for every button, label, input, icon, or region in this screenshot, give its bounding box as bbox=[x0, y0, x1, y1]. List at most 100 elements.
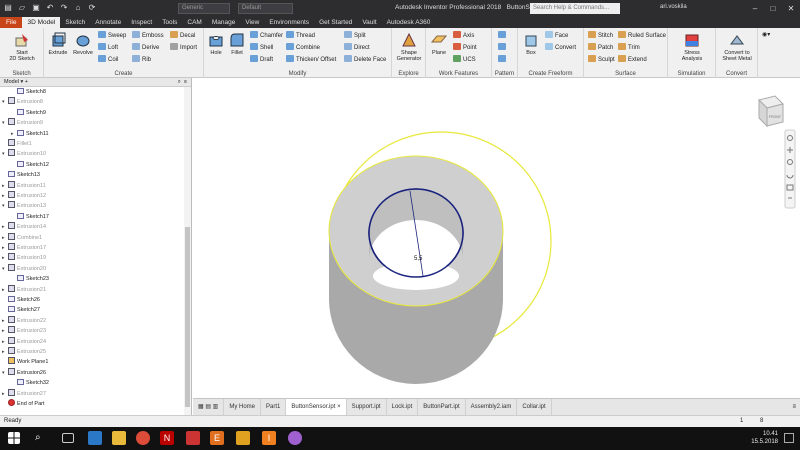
extend-button[interactable]: Extend bbox=[618, 55, 647, 64]
app3-icon[interactable] bbox=[288, 431, 302, 445]
browser-node[interactable]: Sketch26 bbox=[2, 295, 40, 305]
ruled-surface-button[interactable]: Ruled Surface bbox=[618, 31, 666, 40]
hole-button[interactable]: Hole bbox=[206, 32, 226, 56]
delete-face-button[interactable]: Delete Face bbox=[344, 55, 386, 64]
browser-node[interactable]: Sketch8 bbox=[11, 87, 46, 97]
browser-node[interactable]: Sketch27 bbox=[2, 305, 40, 315]
ribbon-options-button[interactable]: ◉▾ bbox=[762, 31, 770, 40]
browser-node[interactable]: Sketch32 bbox=[11, 378, 49, 388]
trim-button[interactable]: Trim bbox=[618, 43, 640, 52]
rib-button[interactable]: Rib bbox=[132, 55, 151, 64]
graphics-window[interactable]: 5,5 FRONT bbox=[193, 78, 800, 398]
tab-a360[interactable]: Autodesk A360 bbox=[382, 17, 436, 28]
browser-node[interactable]: ▾ Extrusion13 bbox=[2, 201, 46, 211]
doctab-part1[interactable]: Part1 bbox=[261, 399, 287, 415]
browser-node[interactable]: Sketch13 bbox=[2, 170, 40, 180]
app-icon[interactable] bbox=[186, 431, 200, 445]
browser-node[interactable]: ▸ Extrusion17 bbox=[2, 243, 46, 253]
system-clock[interactable]: 10.41 15.5.2018 bbox=[751, 430, 778, 446]
doctab-buttonpart[interactable]: ButtonPart.ipt bbox=[418, 399, 466, 415]
split-button[interactable]: Split bbox=[344, 31, 366, 40]
chamfer-button[interactable]: Chamfer bbox=[250, 31, 283, 40]
thicken-offset-button[interactable]: Thicken/ Offset bbox=[286, 55, 336, 64]
tab-vault[interactable]: Vault bbox=[357, 17, 381, 28]
import-button[interactable]: Import bbox=[170, 43, 197, 52]
browser-node[interactable]: ▸ Extrusion19 bbox=[2, 253, 46, 263]
stress-analysis-button[interactable]: Stress Analysis bbox=[672, 32, 712, 62]
coil-button[interactable]: Coil bbox=[98, 55, 118, 64]
shell-button[interactable]: Shell bbox=[250, 43, 273, 52]
close-tab-icon[interactable]: × bbox=[337, 404, 341, 410]
sculpt-button[interactable]: Sculpt bbox=[588, 55, 615, 64]
model-canvas[interactable]: 5,5 FRONT bbox=[193, 78, 800, 398]
scrollbar-thumb[interactable] bbox=[185, 227, 190, 407]
box-button[interactable]: Box bbox=[520, 32, 542, 56]
doctab-lock[interactable]: Lock.ipt bbox=[387, 399, 419, 415]
help-search-input[interactable]: Search Help & Commands... bbox=[530, 3, 620, 14]
browser-node[interactable]: Sketch17 bbox=[11, 212, 49, 222]
plane-button[interactable]: Plane bbox=[428, 32, 450, 56]
file-explorer-icon[interactable] bbox=[112, 431, 126, 445]
browser-node[interactable]: Sketch9 bbox=[11, 108, 46, 118]
file-icon[interactable]: ▤ bbox=[2, 2, 14, 14]
browser-node[interactable]: ▸ Extrusion23 bbox=[2, 326, 46, 336]
tab-manage[interactable]: Manage bbox=[207, 17, 241, 28]
netflix-icon[interactable]: N bbox=[160, 431, 174, 445]
windows-start-icon[interactable] bbox=[8, 432, 20, 444]
tab-environments[interactable]: Environments bbox=[264, 17, 314, 28]
browser-node[interactable]: ▾ Extrusion26 bbox=[2, 367, 46, 378]
browser-node[interactable]: ▸ Combine1 bbox=[2, 232, 42, 243]
app2-icon[interactable] bbox=[236, 431, 250, 445]
doctab-assembly2[interactable]: Assembly2.iam bbox=[466, 399, 518, 415]
material-dropdown[interactable]: Generic bbox=[178, 3, 230, 14]
browser-node[interactable]: ▾ Extrusion10 bbox=[2, 149, 46, 159]
browser-node[interactable]: ▸ Extrusion14 bbox=[2, 222, 46, 232]
tab-file[interactable]: File bbox=[0, 17, 23, 28]
tab-view[interactable]: View bbox=[240, 17, 264, 28]
browser-node[interactable]: ▸ Sketch11 bbox=[11, 129, 49, 139]
browser-search-icon[interactable]: ⌕ bbox=[178, 78, 181, 87]
loft-button[interactable]: Loft bbox=[98, 43, 118, 52]
notifications-icon[interactable] bbox=[784, 433, 794, 443]
fillet-button[interactable]: Fillet bbox=[227, 32, 247, 56]
direct-button[interactable]: Direct bbox=[344, 43, 370, 52]
face-button[interactable]: Face bbox=[545, 31, 568, 40]
redo-icon[interactable]: ↷ bbox=[58, 2, 70, 14]
tab-cam[interactable]: CAM bbox=[182, 17, 206, 28]
doctab-support[interactable]: Support.ipt bbox=[347, 399, 387, 415]
appearance-dropdown[interactable]: Default bbox=[238, 3, 293, 14]
rectangular-pattern-button[interactable] bbox=[498, 31, 508, 40]
tab-get-started[interactable]: Get Started bbox=[314, 17, 357, 28]
viewcube[interactable]: FRONT bbox=[758, 95, 784, 128]
convert-to-sheet-metal-button[interactable]: Convert to Sheet Metal bbox=[717, 32, 757, 62]
dimension-label[interactable]: 5,5 bbox=[414, 256, 423, 262]
decal-button[interactable]: Decal bbox=[170, 31, 195, 40]
browser-tab-model[interactable]: Model bbox=[4, 79, 19, 85]
axis-button[interactable]: Axis bbox=[453, 31, 474, 40]
edge-icon[interactable] bbox=[88, 431, 102, 445]
sweep-button[interactable]: Sweep bbox=[98, 31, 126, 40]
point-button[interactable]: Point bbox=[453, 43, 477, 52]
tab-inspect[interactable]: Inspect bbox=[126, 17, 157, 28]
revolve-button[interactable]: Revolve bbox=[71, 32, 95, 56]
browser-node[interactable]: ▾ Extrusion20 bbox=[2, 263, 46, 274]
browser-node[interactable]: Fillet1 bbox=[2, 139, 32, 149]
browser-node[interactable]: ▸ Extrusion24 bbox=[2, 336, 46, 347]
browser-node[interactable]: Sketch23 bbox=[11, 274, 49, 284]
browser-node[interactable]: ▸ Extrusion11 bbox=[2, 180, 46, 191]
browser-node[interactable]: ▸ Extrusion25 bbox=[2, 347, 46, 357]
tab-sketch[interactable]: Sketch bbox=[60, 17, 90, 28]
doctab-menu-icon[interactable]: ≡ bbox=[788, 399, 800, 415]
draft-button[interactable]: Draft bbox=[250, 55, 273, 64]
browser-node[interactable]: Work Plane1 bbox=[2, 357, 48, 367]
tab-annotate[interactable]: Annotate bbox=[90, 17, 126, 28]
home-icon[interactable]: ⌂ bbox=[72, 2, 84, 14]
browser-scrollbar[interactable] bbox=[184, 87, 191, 415]
save-icon[interactable]: ▣ bbox=[30, 2, 42, 14]
stitch-button[interactable]: Stitch bbox=[588, 31, 613, 40]
doctab-buttonsensor[interactable]: ButtonSensor.ipt × bbox=[286, 399, 347, 415]
start-2d-sketch-button[interactable]: Start 2D Sketch bbox=[4, 32, 40, 62]
extrude-button[interactable]: Extrude bbox=[46, 32, 70, 56]
undo-icon[interactable]: ↶ bbox=[44, 2, 56, 14]
browser-node[interactable]: ▸ Extrusion27 bbox=[2, 388, 46, 399]
